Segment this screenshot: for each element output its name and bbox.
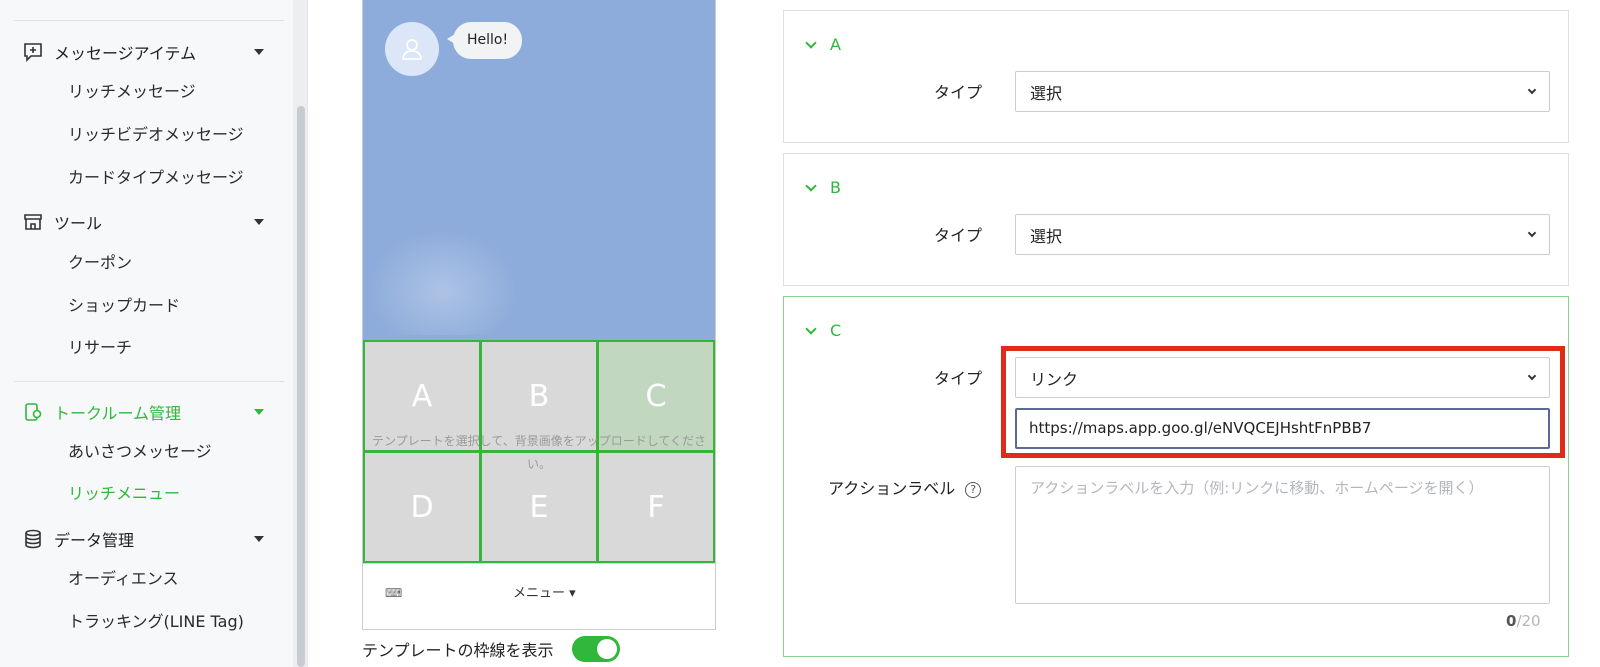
border-toggle[interactable]	[571, 636, 620, 662]
user-icon	[402, 39, 422, 60]
sidebar-section-chatroom[interactable]: トークルーム管理	[22, 398, 272, 426]
char-count: 0	[1506, 612, 1517, 630]
action-panel-c: C タイプ リンク https://maps.app.goo.gl/eNVQCE…	[783, 296, 1569, 657]
chevron-down-icon	[254, 219, 264, 225]
panel-header-b[interactable]: B	[805, 178, 841, 197]
chevron-down-icon	[254, 536, 264, 542]
action-panel-a: A タイプ 選択	[783, 10, 1569, 143]
chevron-down-icon	[254, 49, 264, 55]
type-label: タイプ	[934, 83, 983, 102]
chat-background: Hello!	[363, 0, 715, 340]
type-label: タイプ	[934, 226, 983, 245]
url-input[interactable]: https://maps.app.goo.gl/eNVQCEJHshtFnPBB…	[1015, 408, 1550, 449]
char-counter: 0/20	[1506, 612, 1541, 630]
sidebar-item-research[interactable]: リサーチ	[68, 336, 132, 360]
panel-title: C	[830, 321, 842, 340]
sidebar: メッセージアイテム リッチメッセージ リッチビデオメッセージ カードタイプメッセ…	[0, 0, 308, 667]
border-toggle-row: テンプレートの枠線を表示	[362, 636, 620, 662]
sidebar-item-greeting[interactable]: あいさつメッセージ	[68, 440, 212, 464]
select-value: リンク	[1030, 369, 1079, 389]
rich-menu-grid: A B C D E F テンプレートを選択して、背景画像をアップロードしてくださ…	[363, 340, 715, 564]
sidebar-item-coupon[interactable]: クーポン	[68, 251, 132, 275]
avatar	[385, 22, 439, 76]
sidebar-item-card-type[interactable]: カードタイプメッセージ	[68, 166, 244, 190]
shop-icon	[22, 211, 44, 233]
phone-menu-bar: ⌨ メニュー ▾	[363, 566, 715, 618]
sidebar-divider	[14, 20, 284, 21]
cloud-decoration	[363, 225, 523, 335]
action-label-text: アクションラベル	[828, 479, 956, 498]
keyboard-icon[interactable]: ⌨	[385, 586, 402, 600]
chevron-down-icon	[805, 322, 817, 335]
sidebar-section-label: トークルーム管理	[54, 404, 182, 423]
chevron-down-icon	[1527, 371, 1537, 380]
chat-bubble: Hello!	[446, 22, 523, 59]
panel-title: B	[830, 178, 841, 197]
sidebar-section-tools[interactable]: ツール	[22, 208, 272, 236]
sidebar-item-rich-message[interactable]: リッチメッセージ	[68, 80, 196, 104]
toggle-knob	[596, 639, 617, 659]
database-icon	[22, 528, 44, 550]
sidebar-item-rich-video[interactable]: リッチビデオメッセージ	[68, 123, 244, 147]
chevron-down-icon	[1527, 85, 1537, 94]
chatroom-settings-icon	[22, 401, 44, 423]
type-select-c[interactable]: リンク	[1015, 357, 1550, 398]
template-hint: テンプレートを選択して、背景画像をアップロードしてください。	[372, 434, 706, 471]
message-plus-icon	[22, 41, 44, 63]
type-select-b[interactable]: 選択	[1015, 214, 1550, 255]
sidebar-section-label: ツール	[54, 214, 103, 233]
border-toggle-label: テンプレートの枠線を表示	[362, 641, 554, 660]
chevron-down-icon	[1527, 228, 1537, 237]
panel-title: A	[830, 35, 841, 54]
select-value: 選択	[1030, 83, 1063, 103]
sidebar-divider	[14, 381, 284, 382]
chevron-down-icon	[805, 36, 817, 49]
sidebar-scroll-thumb[interactable]	[297, 106, 305, 667]
chevron-down-icon	[254, 409, 264, 415]
sidebar-section-data[interactable]: データ管理	[22, 525, 272, 553]
char-max: /20	[1516, 612, 1541, 630]
action-label-label: アクションラベル?	[828, 475, 982, 499]
action-label-textarea[interactable]: アクションラベルを入力（例:リンクに移動、ホームページを開く）	[1015, 466, 1550, 604]
type-label: タイプ	[934, 369, 983, 388]
select-value: 選択	[1030, 226, 1063, 246]
chevron-down-icon	[805, 179, 817, 192]
action-panel-b: B タイプ 選択	[783, 153, 1569, 286]
help-icon[interactable]: ?	[965, 481, 982, 498]
menu-bar-label[interactable]: メニュー ▾	[513, 582, 576, 601]
type-select-a[interactable]: 選択	[1015, 71, 1550, 112]
sidebar-section-message-items[interactable]: メッセージアイテム	[22, 38, 272, 66]
sidebar-item-audience[interactable]: オーディエンス	[68, 567, 179, 591]
sidebar-item-rich-menu[interactable]: リッチメニュー	[68, 482, 180, 506]
sidebar-section-label: メッセージアイテム	[54, 44, 197, 63]
sidebar-item-tracking[interactable]: トラッキング(LINE Tag)	[68, 610, 244, 634]
sidebar-item-shop-card[interactable]: ショップカード	[68, 294, 180, 318]
panel-header-a[interactable]: A	[805, 35, 841, 54]
rich-menu-preview: Hello! A B C D E F テンプレートを選択して、背景画像をアップロ…	[362, 0, 716, 630]
panel-header-c[interactable]: C	[805, 321, 842, 340]
sidebar-section-label: データ管理	[54, 531, 135, 550]
